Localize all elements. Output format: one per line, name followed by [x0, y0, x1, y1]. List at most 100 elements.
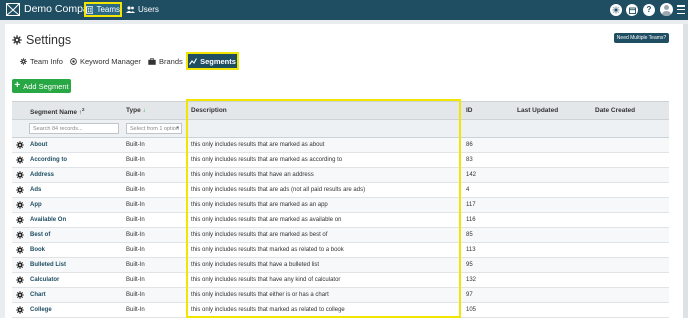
segment-description: this only includes results that are mark…	[191, 232, 328, 238]
row-settings-gear-icon[interactable]	[16, 156, 24, 164]
row-settings-gear-icon[interactable]	[16, 231, 24, 239]
need-multiple-teams-button[interactable]: Need Multiple Teams?	[614, 33, 669, 43]
teams-icon	[86, 5, 94, 14]
segment-id: 117	[466, 202, 476, 208]
segment-id: 85	[466, 232, 473, 238]
plus-icon: +	[14, 80, 21, 91]
add-segment-label: Add Segment	[23, 81, 69, 91]
row-settings-gear-icon[interactable]	[16, 171, 24, 179]
segment-name-link[interactable]: App	[30, 202, 42, 208]
segment-id: 116	[466, 217, 476, 223]
row-settings-gear-icon[interactable]	[16, 306, 24, 314]
segment-type: Built-In	[126, 232, 145, 238]
page-scrollbar[interactable]	[683, 24, 688, 318]
sort-down-icon: ↓	[142, 107, 146, 114]
tab-team-info[interactable]: Team Info	[20, 53, 63, 69]
segment-type: Built-In	[126, 292, 145, 298]
tab-segments-label: Segments	[200, 56, 236, 66]
nav-users-button[interactable]: Users	[126, 4, 159, 15]
filter-row: Select from 1 option ▾	[12, 120, 669, 138]
segment-description: this only includes results that are mark…	[191, 217, 342, 223]
segment-name-link[interactable]: Chart	[30, 292, 46, 298]
calendar-icon[interactable]	[626, 4, 638, 16]
segment-description: this only includes results that are ads …	[191, 187, 366, 193]
segment-type: Built-In	[126, 307, 145, 313]
segment-type: Built-In	[126, 247, 145, 253]
nav-teams-button[interactable]: Teams	[84, 2, 122, 17]
table-row[interactable]: Available On Built-In this only includes r…	[12, 213, 669, 228]
segment-description: this only includes results that marked a…	[191, 307, 345, 313]
segment-name-link[interactable]: Bulleted List	[30, 262, 66, 268]
tab-team-info-label: Team Info	[30, 56, 63, 66]
segment-description: this only includes results that are mark…	[191, 157, 343, 163]
tab-segments[interactable]: Segments	[186, 52, 239, 70]
chevron-down-icon: ▾	[176, 125, 179, 131]
segment-id: 83	[466, 157, 473, 163]
sun-icon[interactable]	[610, 4, 622, 16]
tab-keyword-manager-label: Keyword Manager	[80, 56, 141, 66]
segment-name-link[interactable]: Address	[30, 172, 54, 178]
segment-description: this only includes results that marked a…	[191, 247, 344, 253]
column-header-last-updated[interactable]: Last Updated	[517, 107, 558, 114]
column-header-description[interactable]: Description	[191, 107, 227, 114]
segment-id: 142	[466, 172, 477, 178]
segment-type: Built-In	[126, 262, 145, 268]
table-row[interactable]: According to Built-In this only includes r…	[12, 153, 669, 168]
table-row[interactable]: Calculator Built-In this only includes res…	[12, 273, 669, 288]
row-settings-gear-icon[interactable]	[16, 201, 24, 209]
segment-name-link[interactable]: Best of	[30, 232, 50, 238]
table-row[interactable]: Book Built-In this only includes results t…	[12, 243, 669, 258]
segment-name-link[interactable]: Ads	[30, 187, 41, 193]
segment-name-link[interactable]: Available On	[30, 217, 66, 223]
user-avatar[interactable]	[660, 3, 673, 16]
nav-teams-label: Teams	[96, 5, 120, 14]
row-settings-gear-icon[interactable]	[16, 261, 24, 269]
table-row[interactable]: Ads Built-In this only includes results th…	[12, 183, 669, 198]
segment-name-link[interactable]: According to	[30, 157, 67, 163]
tab-keyword-manager[interactable]: Keyword Manager	[70, 53, 141, 69]
row-settings-gear-icon[interactable]	[16, 186, 24, 194]
row-settings-gear-icon[interactable]	[16, 141, 24, 149]
segment-id: 86	[466, 142, 473, 148]
column-header-segment-name[interactable]: Segment Name ↑2	[30, 107, 85, 116]
segment-id: 113	[466, 247, 476, 253]
tab-brands[interactable]: Brands	[148, 53, 183, 69]
table-row[interactable]: College Built-In this only includes result…	[12, 303, 669, 318]
target-icon	[70, 57, 77, 65]
segment-name-link[interactable]: Book	[30, 247, 45, 253]
segment-type: Built-In	[126, 277, 145, 283]
gear-icon	[12, 35, 22, 45]
row-settings-gear-icon[interactable]	[16, 216, 24, 224]
segment-type: Built-In	[126, 202, 145, 208]
type-filter-select[interactable]: Select from 1 option ▾	[126, 123, 182, 134]
segment-description: this only includes results that have an …	[191, 172, 314, 178]
row-settings-gear-icon[interactable]	[16, 246, 24, 254]
table-row[interactable]: Best of Built-In this only includes result…	[12, 228, 669, 243]
segment-id: 132	[466, 277, 477, 283]
hamburger-menu-icon[interactable]	[677, 5, 685, 14]
segment-name-link[interactable]: College	[30, 307, 52, 313]
table-row[interactable]: Address Built-In this only includes result…	[12, 168, 669, 183]
row-settings-gear-icon[interactable]	[16, 276, 24, 284]
briefcase-icon	[148, 57, 156, 65]
table-row[interactable]: Chart Built-In this only includes results …	[12, 288, 669, 303]
segment-name-link[interactable]: About	[30, 142, 47, 148]
segment-type: Built-In	[126, 217, 145, 223]
segment-type: Built-In	[126, 142, 145, 148]
add-segment-button[interactable]: + Add Segment	[12, 79, 71, 93]
row-settings-gear-icon[interactable]	[16, 291, 24, 299]
segment-name-search-input[interactable]	[29, 123, 119, 134]
company-logo-icon[interactable]	[6, 3, 20, 16]
table-row[interactable]: Bulleted List Built-In this only includes …	[12, 258, 669, 273]
column-header-date-created[interactable]: Date Created	[595, 107, 635, 114]
table-row[interactable]: About Built-In this only includes results …	[12, 138, 669, 153]
table-row[interactable]: App Built-In this only includes results th…	[12, 198, 669, 213]
column-header-id[interactable]: ID	[466, 107, 473, 114]
segment-type: Built-In	[126, 172, 145, 178]
segment-name-link[interactable]: Calculator	[30, 277, 59, 283]
page-title: Settings	[12, 33, 71, 47]
column-header-type[interactable]: Type ↓	[126, 107, 146, 114]
segment-type: Built-In	[126, 157, 145, 163]
segments-icon	[189, 57, 198, 65]
help-icon[interactable]: ?	[643, 4, 655, 16]
